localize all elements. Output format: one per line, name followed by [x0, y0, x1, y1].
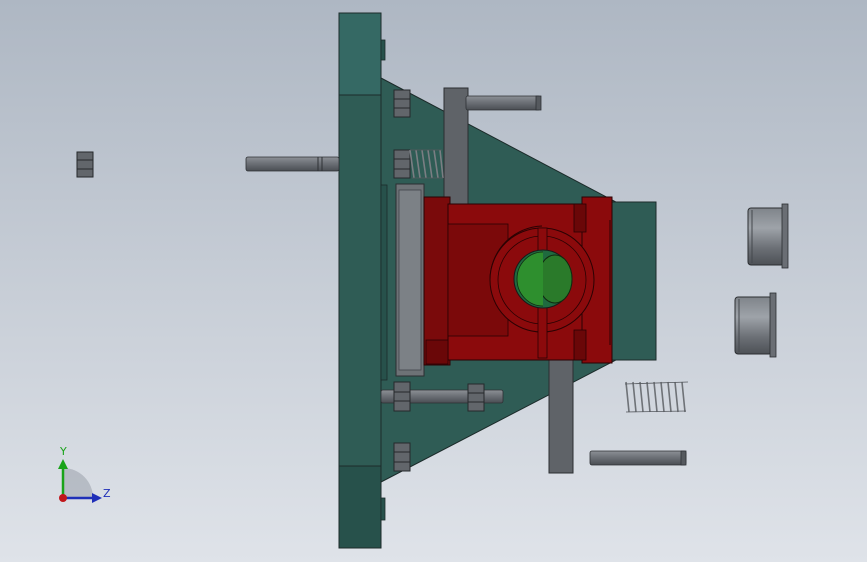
lower-guide-bar[interactable] — [548, 344, 574, 474]
bushing-lower[interactable] — [734, 292, 777, 358]
z-axis-label: Z — [103, 487, 111, 500]
loose-nut[interactable] — [76, 151, 94, 178]
triad-plane-fill — [63, 468, 93, 498]
nut-top[interactable] — [393, 89, 411, 118]
bore-core[interactable] — [513, 249, 573, 309]
origin-dot — [59, 494, 67, 502]
y-axis-arrow-icon — [58, 459, 68, 469]
bushing-upper[interactable] — [747, 203, 789, 269]
graphics-viewport[interactable]: Y Z — [0, 0, 867, 562]
loose-pin[interactable] — [589, 450, 687, 466]
base-plate[interactable] — [338, 12, 386, 549]
loose-spring[interactable] — [624, 381, 689, 413]
top-pin[interactable] — [465, 95, 542, 111]
z-axis-arrow-icon — [92, 493, 102, 503]
left-pin[interactable] — [245, 156, 340, 172]
slide-plate[interactable] — [395, 183, 425, 377]
cad-model-scene[interactable]: Y Z — [0, 0, 867, 562]
nut-bottom[interactable] — [393, 442, 411, 472]
nut-upper-spring[interactable] — [393, 149, 411, 179]
upper-guide-bar[interactable] — [443, 87, 469, 216]
y-axis-label: Y — [59, 445, 67, 458]
axis-triad: Y Z — [58, 445, 111, 503]
end-block[interactable] — [611, 201, 657, 361]
